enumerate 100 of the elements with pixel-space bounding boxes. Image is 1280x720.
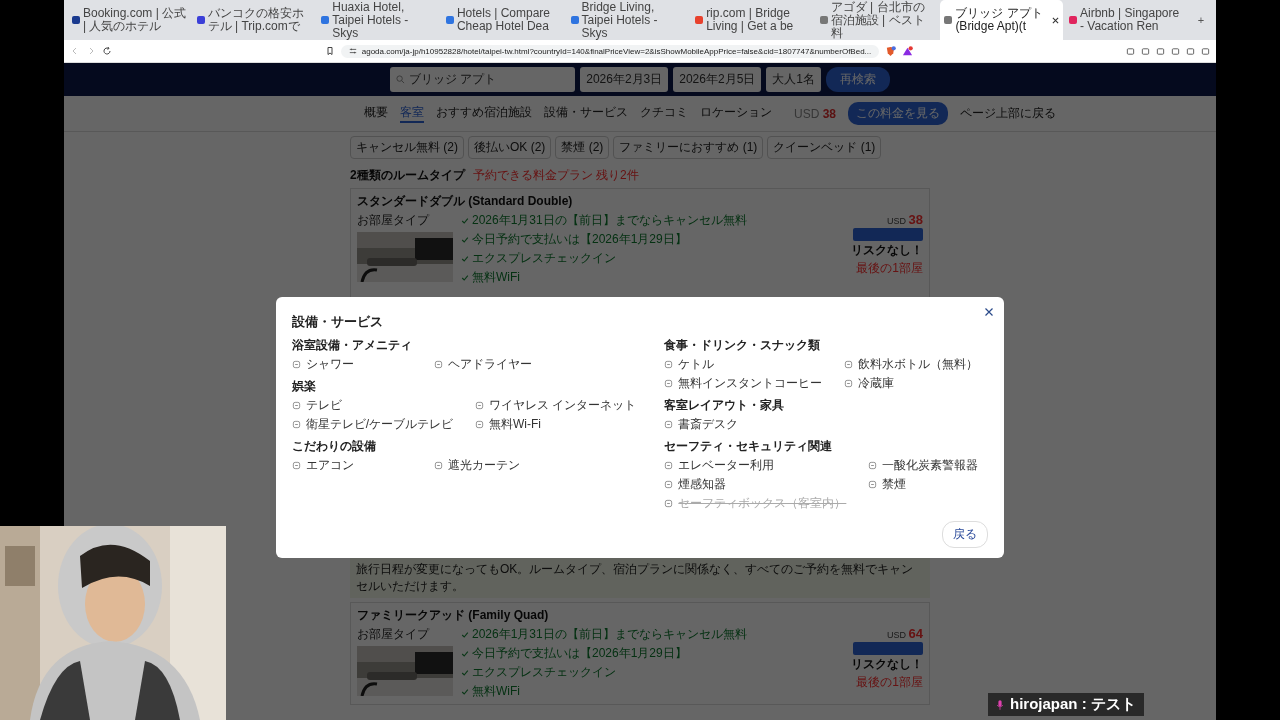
benefit-text: 無料WiFi xyxy=(472,269,520,286)
browser-tab[interactable]: Airbnb | Singapore - Vacation Ren xyxy=(1065,0,1188,40)
reload-icon[interactable] xyxy=(102,46,112,56)
close-icon[interactable] xyxy=(1052,16,1059,24)
amenity-label: シャワー xyxy=(305,356,354,373)
browser-tab[interactable]: アゴダ | 台北市の宿泊施設 | ベスト料 xyxy=(815,0,939,40)
amenity-label: 無料インスタントコーヒー xyxy=(678,375,823,392)
room-type-label: お部屋タイプ xyxy=(357,212,431,229)
section-heading: 客室レイアウト・家具 xyxy=(664,397,786,414)
amenity-icon xyxy=(291,420,301,429)
amenity-icon xyxy=(844,379,854,388)
view-price-button[interactable]: この料金を見る xyxy=(848,102,949,125)
amenity-icon xyxy=(664,480,674,489)
amenity-icon xyxy=(291,401,301,410)
filter-chip[interactable]: クイーンベッド (1) xyxy=(767,136,882,159)
filter-chip[interactable]: ファミリーにおすすめ (1) xyxy=(613,136,764,159)
amenity-label: 衛星テレビ/ケーブルテレビ xyxy=(305,416,453,433)
back-to-top-link[interactable]: ページ上部に戻る xyxy=(960,105,1057,122)
triangle-icon[interactable] xyxy=(902,45,914,57)
amenity-label: 冷蔵庫 xyxy=(858,375,895,392)
check-icon xyxy=(461,668,469,677)
browser-tab[interactable]: ブリッジ アプト (Bridge Apt)(t xyxy=(940,0,1063,40)
amenity-icon xyxy=(664,420,674,429)
amenity-label: セーフティボックス（客室内） xyxy=(678,495,847,512)
bookmark-icon[interactable] xyxy=(324,46,335,56)
filter-chip[interactable]: キャンセル無料 (2) xyxy=(350,136,464,159)
benefit-text: 無料WiFi xyxy=(472,683,520,700)
benefit-text: エクスプレスチェックイン xyxy=(472,664,616,681)
amenity-label: ヘアドライヤー xyxy=(447,356,532,373)
nav-tab[interactable]: おすすめ宿泊施設 xyxy=(436,104,532,123)
scarcity-text: 最後の1部屋 xyxy=(856,674,923,691)
shield-icon[interactable] xyxy=(885,45,897,57)
room-count-heading: 2種類のルームタイプ xyxy=(350,167,465,184)
nav-tab[interactable]: 客室 xyxy=(400,104,424,123)
amenity-label: 一酸化炭素警報器 xyxy=(882,457,979,474)
search-field[interactable]: ブリッジ アプト xyxy=(390,67,576,92)
room-price: USD 38 xyxy=(887,212,923,227)
section-heading: 娯楽 xyxy=(291,378,317,395)
browser-tab[interactable]: rip.com | Bridge Living | Get a be xyxy=(691,0,814,40)
scarcity-text: 最後の1部屋 xyxy=(856,260,923,277)
amenity-label: テレビ xyxy=(305,397,342,414)
section-heading: セーフティ・セキュリティ関連 xyxy=(664,438,834,455)
check-icon xyxy=(461,235,469,244)
amenity-label: ワイヤレス インターネット xyxy=(489,397,637,414)
check-icon xyxy=(461,687,469,696)
back-button[interactable]: 戻る xyxy=(942,521,989,548)
close-icon[interactable] xyxy=(984,307,995,317)
benefit-text: 2026年1月31日の【前日】までならキャンセル無料 xyxy=(472,626,747,643)
browser-tab[interactable]: バンコクの格安ホテル | Trip.comで xyxy=(192,0,316,40)
nav-tab[interactable]: クチコミ xyxy=(640,104,688,123)
search-icon xyxy=(396,75,405,84)
room-name: ファミリークアッド (Family Quad) xyxy=(357,607,550,624)
amenity-label: エレベーター利用 xyxy=(678,457,775,474)
caption-text: hirojapan : テスト xyxy=(1010,695,1136,714)
cancel-notice: 旅行日程が変更になってもOK。ルームタイプ、宿泊プランに関係なく、すべてのご予約を無料でキャンセルいただけます。 xyxy=(350,558,930,598)
benefit-text: 2026年1月31日の【前日】までならキャンセル無料 xyxy=(472,212,747,229)
browser-tab[interactable]: Hotels | Compare Cheap Hotel Dea xyxy=(441,0,565,40)
microphone-icon xyxy=(996,698,1004,711)
amenity-icon xyxy=(433,360,443,369)
check-icon xyxy=(461,254,469,263)
amenity-icon xyxy=(664,379,674,388)
check-out-field[interactable]: 2026年2月5日 xyxy=(673,67,762,92)
benefit-text: エクスプレスチェックイン xyxy=(472,250,616,267)
amenity-icon xyxy=(844,360,854,369)
filter-chip[interactable]: 後払いOK (2) xyxy=(468,136,552,159)
dialog-title: 設備・サービス xyxy=(291,313,384,331)
check-icon xyxy=(461,273,469,282)
nav-tab[interactable]: 設備・サービス xyxy=(544,104,628,123)
section-heading: 浴室設備・アメニティ xyxy=(291,337,413,354)
section-heading: 食事・ドリンク・スナック類 xyxy=(664,337,822,354)
amenity-icon xyxy=(664,499,674,508)
availability-text: 予約できる料金プラン 残り2件 xyxy=(472,167,639,184)
site-settings-icon[interactable] xyxy=(348,47,357,55)
search-button[interactable]: 再検索 xyxy=(826,67,890,92)
amenity-label: 遮光カーテン xyxy=(447,457,520,474)
risk-free-text: リスクなし！ xyxy=(851,242,923,259)
amenity-label: 煙感知器 xyxy=(678,476,727,493)
amenity-label: 無料Wi-Fi xyxy=(489,416,541,433)
section-heading: こだわりの設備 xyxy=(291,438,377,455)
browser-tab[interactable]: Booking.com | 公式 | 人気のホテル xyxy=(68,0,191,40)
risk-free-text: リスクなし！ xyxy=(851,656,923,673)
guests-field[interactable]: 大人1名 xyxy=(766,67,821,92)
browser-tab[interactable]: Bridge Living, Taipei Hotels - Skys xyxy=(566,0,690,40)
nav-tab[interactable]: ロケーション xyxy=(700,104,772,123)
amenity-icon xyxy=(433,461,443,470)
amenity-label: 飲料水ボトル（無料） xyxy=(858,356,979,373)
benefit-text: 今日予約で支払いは【2026年1月29日】 xyxy=(472,645,687,662)
amenity-icon xyxy=(475,420,484,429)
amenity-label: エアコン xyxy=(305,457,354,474)
address-field[interactable]: agoda.com/ja-jp/h10952828/hotel/taipei-tw.html?countryId=140&finalPriceView=2&isShowMobileAppPrice=false&cid=1807747&numberOfBed... xyxy=(340,44,880,58)
check-in-field[interactable]: 2026年2月3日 xyxy=(580,67,669,92)
amenity-icon xyxy=(664,461,674,470)
filter-chip[interactable]: 禁煙 (2) xyxy=(555,136,610,159)
new-tab-button[interactable]: + xyxy=(1189,0,1213,40)
amenity-icon xyxy=(868,461,878,470)
room-name: スタンダードダブル (Standard Double) xyxy=(357,193,574,210)
nav-tab[interactable]: 概要 xyxy=(364,104,388,123)
browser-tab[interactable]: Huaxia Hotel, Taipei Hotels - Skys xyxy=(317,0,440,40)
amenity-label: 禁煙 xyxy=(882,476,907,493)
amenity-label: 書斎デスク xyxy=(678,416,739,433)
